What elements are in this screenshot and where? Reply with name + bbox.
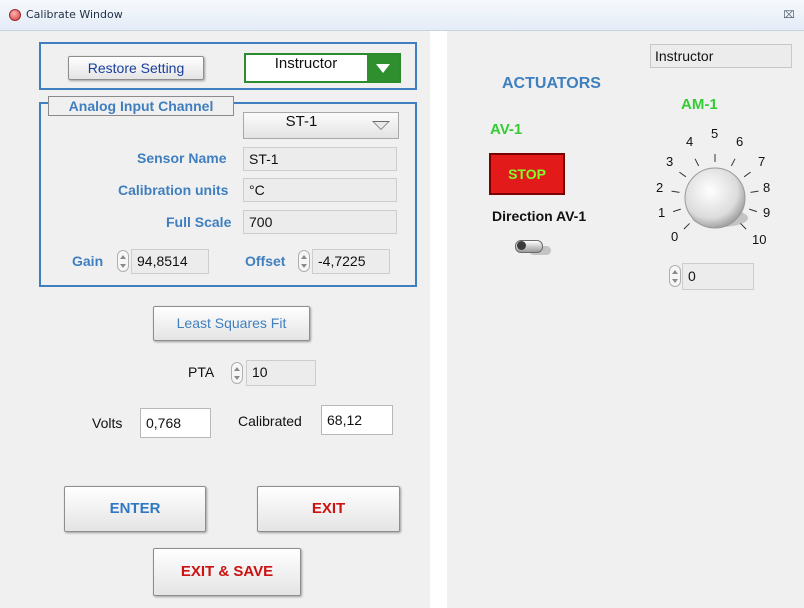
exit-button[interactable]: EXIT (257, 486, 400, 532)
am-1-spinner-icon[interactable] (669, 265, 681, 287)
app-icon (9, 9, 21, 21)
stop-button[interactable]: STOP (489, 153, 565, 195)
calibrated-label: Calibrated (238, 413, 302, 429)
av-1-label: AV-1 (490, 121, 523, 138)
panel-divider (430, 31, 447, 608)
dial-tick (743, 171, 751, 178)
enter-button[interactable]: ENTER (64, 486, 206, 532)
dial-tick (694, 158, 700, 167)
offset-field[interactable]: -4,7225 (312, 249, 390, 274)
dial-label-8: 8 (763, 180, 771, 195)
pta-spinner-icon[interactable] (231, 362, 243, 384)
gain-spinner-icon[interactable] (117, 250, 129, 272)
dial-label-5: 5 (711, 126, 719, 141)
dial-tick (750, 190, 759, 193)
dial-label-0: 0 (671, 229, 679, 244)
sensor-name-field[interactable]: ST-1 (243, 147, 397, 171)
exit-save-button[interactable]: EXIT & SAVE (153, 548, 301, 596)
full-scale-field[interactable]: 700 (243, 210, 397, 234)
calibration-units-label: Calibration units (118, 182, 229, 198)
volts-label: Volts (92, 415, 123, 431)
role-indicator: Instructor (650, 44, 792, 68)
offset-label: Offset (245, 253, 286, 269)
least-squares-fit-button[interactable]: Least Squares Fit (153, 306, 310, 341)
pta-field[interactable]: 10 (246, 360, 316, 386)
dial-tick (683, 223, 690, 230)
calibration-units-field[interactable]: °C (243, 178, 397, 202)
restore-setting-button[interactable]: Restore Setting (68, 56, 204, 80)
dial-label-6: 6 (736, 134, 744, 149)
role-select-value: Instructor (274, 55, 338, 72)
dial-tick (679, 171, 687, 178)
dial-label-7: 7 (758, 154, 766, 169)
role-select[interactable]: Instructor (244, 53, 401, 83)
full-scale-label: Full Scale (166, 214, 232, 230)
offset-spinner-icon[interactable] (298, 250, 310, 272)
dial-label-3: 3 (666, 154, 674, 169)
pta-label: PTA (188, 364, 215, 380)
dial-tick (749, 208, 758, 213)
toggle-knob (517, 241, 526, 250)
dial-tick (740, 223, 747, 230)
dial-label-1: 1 (658, 205, 666, 220)
am-1-dial[interactable]: 0 1 2 3 4 5 6 7 8 9 10 (653, 125, 783, 247)
window-title: Calibrate Window (26, 8, 123, 21)
direction-toggle-switch[interactable] (515, 236, 551, 256)
analog-group-label: Analog Input Channel (48, 96, 234, 116)
gain-field[interactable]: 94,8514 (131, 249, 209, 274)
direction-av-1-label: Direction AV-1 (492, 208, 587, 224)
chevron-down-icon[interactable] (367, 55, 399, 81)
channel-select[interactable]: ST-1 (243, 112, 399, 139)
am-1-value-field[interactable]: 0 (682, 263, 754, 290)
calibrated-field: 68,12 (321, 405, 393, 435)
dial-label-9: 9 (763, 205, 771, 220)
dial-tick (730, 158, 736, 167)
knob-icon[interactable] (684, 167, 746, 229)
dial-label-10: 10 (752, 232, 767, 247)
channel-select-value: ST-1 (285, 113, 318, 130)
dropdown-triangle-icon[interactable] (372, 121, 390, 130)
dial-label-4: 4 (686, 134, 694, 149)
am-1-label: AM-1 (681, 96, 718, 113)
title-bar: Calibrate Window ⌧ (0, 0, 804, 31)
volts-field: 0,768 (140, 408, 211, 438)
dial-tick (671, 190, 680, 193)
gain-label: Gain (72, 253, 104, 269)
dial-tick (672, 208, 681, 213)
actuators-heading: ACTUATORS (502, 75, 601, 92)
right-panel (447, 31, 804, 608)
dial-label-2: 2 (656, 180, 664, 195)
close-icon[interactable]: ⌧ (781, 9, 797, 23)
sensor-name-label: Sensor Name (137, 150, 227, 166)
